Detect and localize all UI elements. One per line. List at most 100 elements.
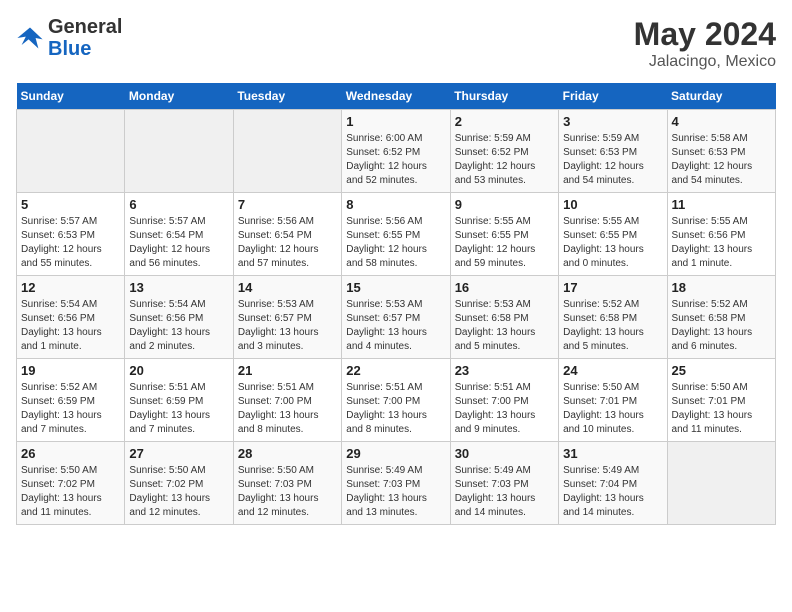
day-info: Sunrise: 5:50 AM Sunset: 7:01 PM Dayligh… [563,381,662,437]
day-info: Sunrise: 5:50 AM Sunset: 7:02 PM Dayligh… [21,464,120,520]
day-info: Sunrise: 5:57 AM Sunset: 6:53 PM Dayligh… [21,215,120,271]
month-year-title: May 2024 [634,16,776,53]
day-number: 21 [238,363,337,378]
day-info: Sunrise: 5:59 AM Sunset: 6:52 PM Dayligh… [455,132,554,188]
calendar-table: SundayMondayTuesdayWednesdayThursdayFrid… [16,83,776,525]
day-info: Sunrise: 5:56 AM Sunset: 6:55 PM Dayligh… [346,215,445,271]
calendar-day-cell: 19 Sunrise: 5:52 AM Sunset: 6:59 PM Dayli… [17,359,125,442]
calendar-day-cell: 15 Sunrise: 5:53 AM Sunset: 6:57 PM Dayli… [342,276,450,359]
day-header-friday: Friday [559,83,667,110]
day-info: Sunrise: 5:56 AM Sunset: 6:54 PM Dayligh… [238,215,337,271]
calendar-day-cell: 29Sunrise: 5:49 AM Sunset: 7:03 PM Dayli… [342,442,450,525]
day-number: 1 [346,114,445,129]
calendar-day-cell: 20 Sunrise: 5:51 AM Sunset: 6:59 PM Dayli… [125,359,233,442]
calendar-day-cell: 16 Sunrise: 5:53 AM Sunset: 6:58 PM Dayli… [450,276,558,359]
page-header: General Blue May 2024 Jalacingo, Mexico [16,16,776,71]
day-header-tuesday: Tuesday [233,83,341,110]
day-number: 28 [238,446,337,461]
calendar-day-cell: 24 Sunrise: 5:50 AM Sunset: 7:01 PM Dayli… [559,359,667,442]
calendar-day-cell: 18Sunrise: 5:52 AM Sunset: 6:58 PM Dayli… [667,276,775,359]
calendar-week-row: 26 Sunrise: 5:50 AM Sunset: 7:02 PM Dayli… [17,442,776,525]
day-number: 14 [238,280,337,295]
calendar-header-row: SundayMondayTuesdayWednesdayThursdayFrid… [17,83,776,110]
logo: General Blue [16,16,122,60]
day-number: 30 [455,446,554,461]
day-number: 25 [672,363,771,378]
calendar-week-row: 5 Sunrise: 5:57 AM Sunset: 6:53 PM Daylig… [17,193,776,276]
day-number: 18 [672,280,771,295]
day-info: Sunrise: 5:55 AM Sunset: 6:55 PM Dayligh… [563,215,662,271]
day-info: Sunrise: 5:50 AM Sunset: 7:01 PM Dayligh… [672,381,771,437]
calendar-day-cell: 1Sunrise: 6:00 AM Sunset: 6:52 PM Daylig… [342,110,450,193]
day-number: 12 [21,280,120,295]
day-info: Sunrise: 5:50 AM Sunset: 7:02 PM Dayligh… [129,464,228,520]
day-number: 16 [455,280,554,295]
day-number: 26 [21,446,120,461]
day-number: 5 [21,197,120,212]
day-info: Sunrise: 5:51 AM Sunset: 6:59 PM Dayligh… [129,381,228,437]
calendar-day-cell: 26 Sunrise: 5:50 AM Sunset: 7:02 PM Dayli… [17,442,125,525]
day-number: 8 [346,197,445,212]
calendar-day-cell: 3Sunrise: 5:59 AM Sunset: 6:53 PM Daylig… [559,110,667,193]
calendar-day-cell: 11Sunrise: 5:55 AM Sunset: 6:56 PM Dayli… [667,193,775,276]
day-header-thursday: Thursday [450,83,558,110]
calendar-day-cell: 28 Sunrise: 5:50 AM Sunset: 7:03 PM Dayli… [233,442,341,525]
day-info: Sunrise: 5:53 AM Sunset: 6:57 PM Dayligh… [238,298,337,354]
day-header-saturday: Saturday [667,83,775,110]
day-number: 22 [346,363,445,378]
location-subtitle: Jalacingo, Mexico [634,53,776,71]
day-number: 13 [129,280,228,295]
calendar-day-cell: 23Sunrise: 5:51 AM Sunset: 7:00 PM Dayli… [450,359,558,442]
day-info: Sunrise: 5:53 AM Sunset: 6:58 PM Dayligh… [455,298,554,354]
day-number: 15 [346,280,445,295]
day-number: 9 [455,197,554,212]
calendar-day-cell: 13Sunrise: 5:54 AM Sunset: 6:56 PM Dayli… [125,276,233,359]
calendar-day-cell: 10 Sunrise: 5:55 AM Sunset: 6:55 PM Dayli… [559,193,667,276]
calendar-day-cell: 14 Sunrise: 5:53 AM Sunset: 6:57 PM Dayli… [233,276,341,359]
calendar-day-cell: 4Sunrise: 5:58 AM Sunset: 6:53 PM Daylig… [667,110,775,193]
day-number: 27 [129,446,228,461]
calendar-day-cell: 27 Sunrise: 5:50 AM Sunset: 7:02 PM Dayli… [125,442,233,525]
logo-text: General Blue [48,16,122,60]
title-block: May 2024 Jalacingo, Mexico [634,16,776,71]
day-number: 4 [672,114,771,129]
day-number: 20 [129,363,228,378]
calendar-day-cell [667,442,775,525]
calendar-day-cell: 17 Sunrise: 5:52 AM Sunset: 6:58 PM Dayli… [559,276,667,359]
calendar-day-cell: 7 Sunrise: 5:56 AM Sunset: 6:54 PM Daylig… [233,193,341,276]
day-info: Sunrise: 5:54 AM Sunset: 6:56 PM Dayligh… [21,298,120,354]
day-number: 19 [21,363,120,378]
calendar-day-cell: 25 Sunrise: 5:50 AM Sunset: 7:01 PM Dayli… [667,359,775,442]
day-info: Sunrise: 5:53 AM Sunset: 6:57 PM Dayligh… [346,298,445,354]
day-info: Sunrise: 5:49 AM Sunset: 7:04 PM Dayligh… [563,464,662,520]
calendar-day-cell: 6Sunrise: 5:57 AM Sunset: 6:54 PM Daylig… [125,193,233,276]
day-header-monday: Monday [125,83,233,110]
day-info: Sunrise: 5:59 AM Sunset: 6:53 PM Dayligh… [563,132,662,188]
day-info: Sunrise: 5:50 AM Sunset: 7:03 PM Dayligh… [238,464,337,520]
calendar-week-row: 1Sunrise: 6:00 AM Sunset: 6:52 PM Daylig… [17,110,776,193]
calendar-day-cell: 30 Sunrise: 5:49 AM Sunset: 7:03 PM Dayli… [450,442,558,525]
day-info: Sunrise: 5:49 AM Sunset: 7:03 PM Dayligh… [455,464,554,520]
day-info: Sunrise: 5:51 AM Sunset: 7:00 PM Dayligh… [455,381,554,437]
calendar-day-cell: 22 Sunrise: 5:51 AM Sunset: 7:00 PM Dayli… [342,359,450,442]
day-info: Sunrise: 5:55 AM Sunset: 6:55 PM Dayligh… [455,215,554,271]
calendar-day-cell [125,110,233,193]
calendar-week-row: 19 Sunrise: 5:52 AM Sunset: 6:59 PM Dayli… [17,359,776,442]
calendar-day-cell: 5 Sunrise: 5:57 AM Sunset: 6:53 PM Daylig… [17,193,125,276]
day-info: Sunrise: 5:51 AM Sunset: 7:00 PM Dayligh… [238,381,337,437]
day-header-sunday: Sunday [17,83,125,110]
calendar-week-row: 12 Sunrise: 5:54 AM Sunset: 6:56 PM Dayli… [17,276,776,359]
day-number: 10 [563,197,662,212]
day-number: 17 [563,280,662,295]
day-number: 24 [563,363,662,378]
day-info: Sunrise: 5:51 AM Sunset: 7:00 PM Dayligh… [346,381,445,437]
day-number: 11 [672,197,771,212]
day-info: Sunrise: 5:57 AM Sunset: 6:54 PM Dayligh… [129,215,228,271]
calendar-day-cell: 31 Sunrise: 5:49 AM Sunset: 7:04 PM Dayli… [559,442,667,525]
day-info: Sunrise: 5:52 AM Sunset: 6:58 PM Dayligh… [563,298,662,354]
calendar-day-cell: 12 Sunrise: 5:54 AM Sunset: 6:56 PM Dayli… [17,276,125,359]
calendar-day-cell: 21 Sunrise: 5:51 AM Sunset: 7:00 PM Dayli… [233,359,341,442]
day-number: 31 [563,446,662,461]
day-number: 7 [238,197,337,212]
day-info: Sunrise: 5:52 AM Sunset: 6:59 PM Dayligh… [21,381,120,437]
